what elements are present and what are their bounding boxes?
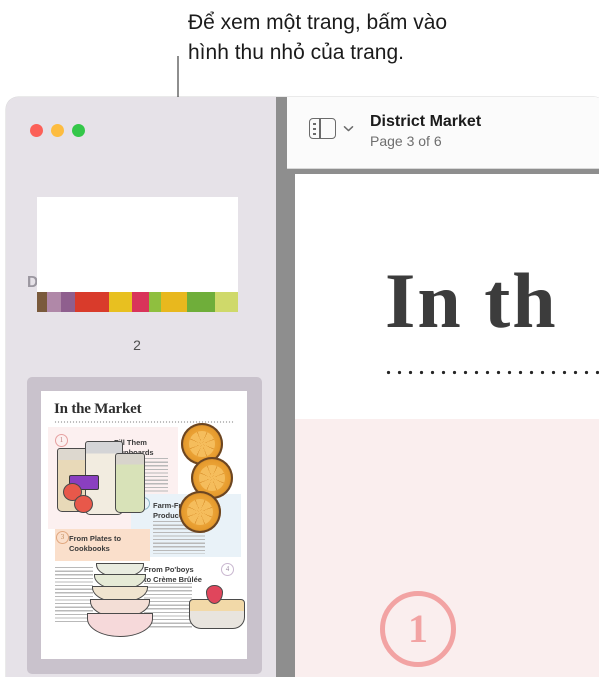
page-indicator: Page 3 of 6 (370, 133, 442, 149)
window-toolbar: District Market Page 3 of 6 (287, 97, 599, 169)
panel-dot (313, 128, 316, 130)
panel-dot (313, 133, 316, 135)
thumb-badge-3: 3 (56, 531, 69, 544)
vegetable-photo (37, 292, 238, 312)
creme-brulee-illustration (189, 599, 245, 629)
bowl-illustration-5 (87, 613, 153, 637)
thumbnail-sidebar[interactable]: District Market 2 In the Market 1 2 3 (6, 97, 276, 677)
page-label-2: 2 (133, 337, 141, 353)
page-heading: In th (385, 257, 558, 344)
chevron-down-icon[interactable] (343, 123, 354, 134)
close-button[interactable] (30, 124, 43, 137)
thumbnail-page-3-content: In the Market 1 2 3 4 Fill Them Cupboard… (41, 391, 247, 659)
thumb-section-3-title: From Plates to Cookbooks (69, 534, 122, 553)
panel-dot (313, 123, 316, 125)
document-page: In th 1 (295, 174, 599, 677)
thumbnail-page-2[interactable] (37, 197, 238, 312)
orange-slice-3 (179, 491, 221, 533)
thumb-section-4-title: From Po'boys to Crème Brûlée (144, 565, 202, 584)
sidebar-divider[interactable] (276, 97, 287, 677)
callout-text: Để xem một trang, bấm vào hình thu nhỏ c… (188, 11, 448, 64)
document-pane: District Market Page 3 of 6 In th 1 (287, 97, 599, 677)
minimize-button[interactable] (51, 124, 64, 137)
thumbnail-list[interactable]: 2 In the Market 1 2 3 4 Fill Them Cupboa… (6, 197, 268, 677)
thumb-badge-1: 1 (55, 434, 68, 447)
section-number-badge: 1 (380, 591, 456, 667)
jar-illustration-3 (115, 453, 145, 513)
zoom-button[interactable] (72, 124, 85, 137)
page-dotted-rule (383, 370, 599, 375)
preview-window: District Market 2 In the Market 1 2 3 (6, 97, 599, 677)
document-canvas[interactable]: In th 1 (287, 169, 599, 677)
thumb-heading: In the Market (54, 401, 142, 417)
thumb-badge-4: 4 (221, 563, 234, 576)
sidebar-panel-icon[interactable] (309, 118, 336, 139)
section-number-label: 1 (408, 606, 428, 651)
document-title: District Market (370, 113, 482, 130)
window-controls (30, 124, 85, 137)
tomato-illustration-2 (74, 495, 93, 513)
panel-split (319, 119, 321, 138)
thumbnail-page-3-selected[interactable]: In the Market 1 2 3 4 Fill Them Cupboard… (27, 377, 262, 674)
